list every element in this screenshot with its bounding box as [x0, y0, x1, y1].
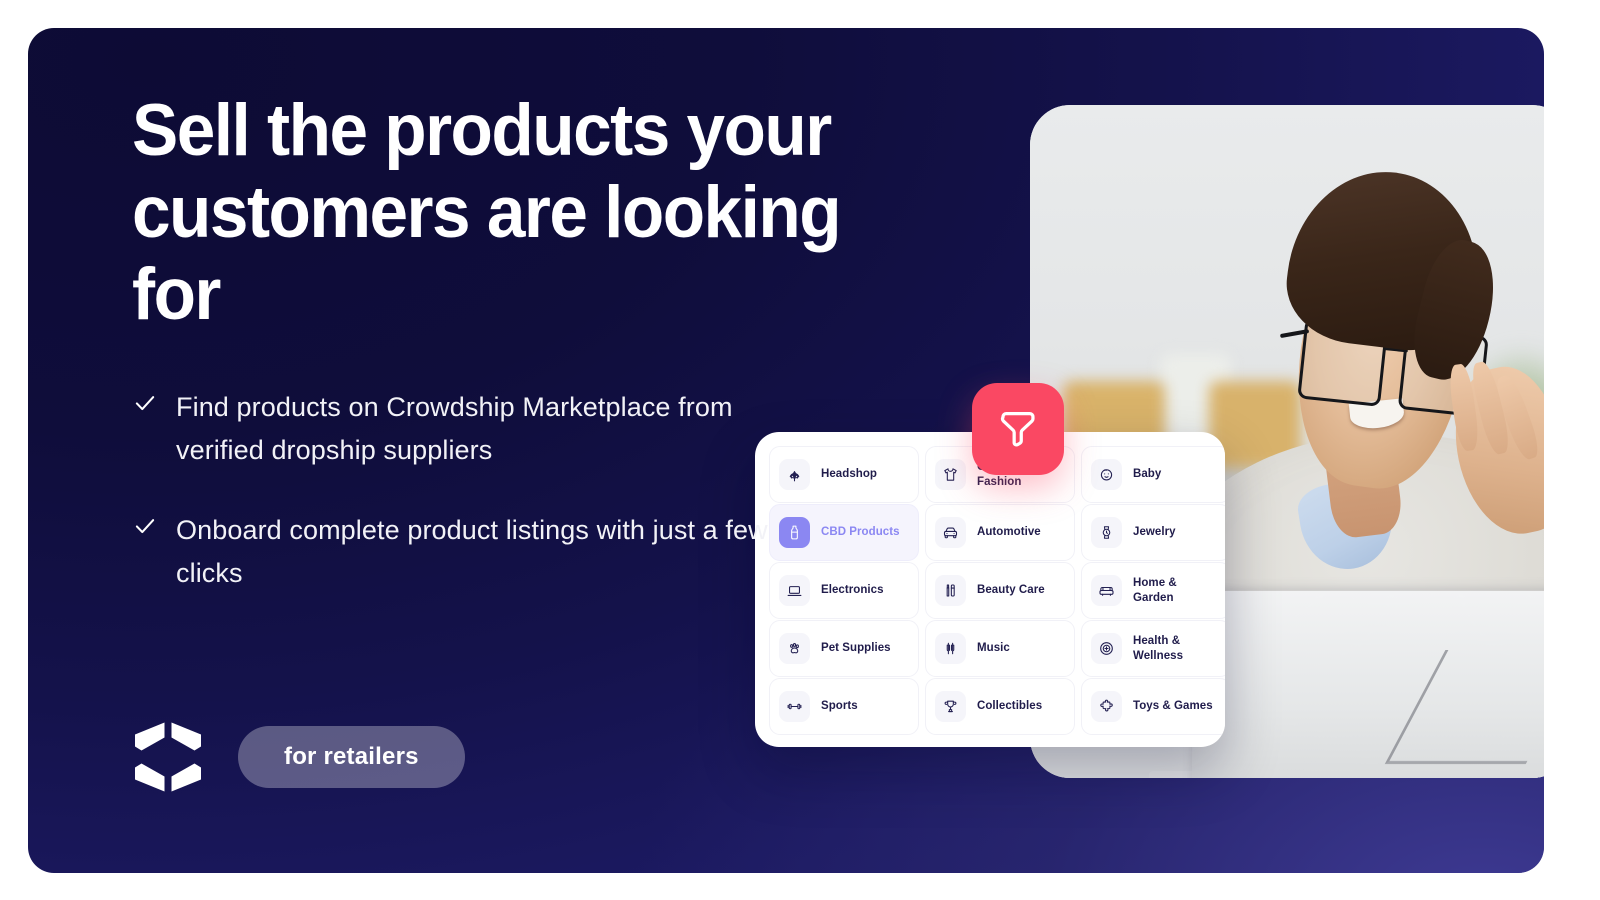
- hero-content: Sell the products your customers are loo…: [104, 28, 894, 873]
- brand-row: for retailers: [132, 718, 465, 796]
- category-item[interactable]: Toys & Games: [1081, 678, 1225, 735]
- watch-icon: [1091, 517, 1122, 548]
- list-item: Onboard complete product listings with j…: [132, 509, 832, 594]
- cosmetics-icon: [935, 575, 966, 606]
- category-item-label: Beauty Care: [977, 584, 1045, 597]
- category-item-label: Toys & Games: [1133, 700, 1213, 713]
- category-item-label: Jewelry: [1133, 526, 1176, 539]
- hero-card: HeadshopClothing & Fashion Baby CBD Prod…: [28, 28, 1544, 873]
- filter-badge[interactable]: [972, 383, 1064, 475]
- list-item-label: Onboard complete product listings with j…: [176, 515, 768, 588]
- category-item[interactable]: Home & Garden: [1081, 562, 1225, 619]
- category-item-label: Health & Wellness: [1133, 634, 1184, 662]
- sofa-icon: [1091, 575, 1122, 606]
- page-title: Sell the products your customers are loo…: [132, 90, 842, 335]
- car-icon: [935, 517, 966, 548]
- category-item[interactable]: Automotive: [925, 504, 1075, 561]
- trophy-icon: [935, 691, 966, 722]
- crowdship-logo-icon: [132, 718, 204, 796]
- category-item-label: Music: [977, 642, 1010, 655]
- category-item[interactable]: Music: [925, 620, 1075, 677]
- category-item[interactable]: Jewelry: [1081, 504, 1225, 561]
- category-item-label: Collectibles: [977, 700, 1043, 713]
- filter-funnel-icon: [995, 406, 1041, 452]
- earbuds-icon: [935, 633, 966, 664]
- puzzle-piece-icon: [1091, 691, 1122, 722]
- category-item-label: Automotive: [977, 526, 1041, 539]
- check-icon: [132, 509, 160, 543]
- category-item[interactable]: Collectibles: [925, 678, 1075, 735]
- category-item[interactable]: Baby: [1081, 446, 1225, 503]
- for-retailers-button[interactable]: for retailers: [238, 726, 465, 788]
- check-icon: [132, 386, 160, 420]
- list-item: Find products on Crowdship Marketplace f…: [132, 386, 832, 471]
- feature-list: Find products on Crowdship Marketplace f…: [132, 386, 832, 633]
- category-item[interactable]: Health & Wellness: [1081, 620, 1225, 677]
- baby-face-icon: [1091, 459, 1122, 490]
- category-item-label: Home & Garden: [1133, 576, 1177, 604]
- category-item-label: Baby: [1133, 468, 1162, 481]
- category-item[interactable]: Beauty Care: [925, 562, 1075, 619]
- list-item-label: Find products on Crowdship Marketplace f…: [176, 392, 733, 465]
- t-shirt-icon: [935, 459, 966, 490]
- health-circle-icon: [1091, 633, 1122, 664]
